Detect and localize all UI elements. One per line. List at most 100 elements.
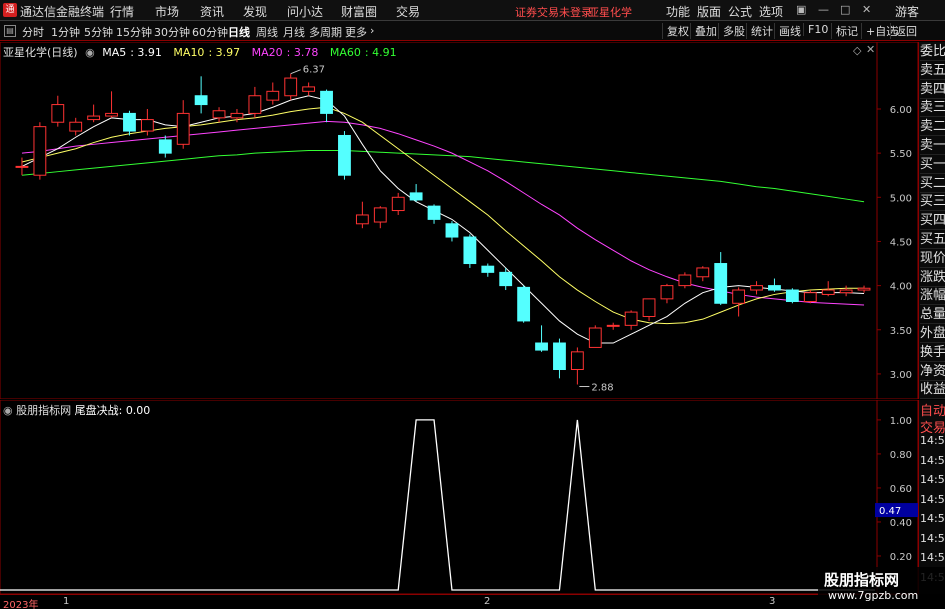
candle-body <box>499 271 513 287</box>
quote-field-label: 买四 <box>920 213 945 231</box>
guest-login[interactable]: 游客 <box>895 3 919 20</box>
trade-time-label: 14:56 <box>920 551 945 564</box>
y-tick-label: 3.00 <box>890 370 912 381</box>
period-more[interactable]: 更多 <box>345 24 367 40</box>
close-icon[interactable]: ✕ <box>862 3 871 16</box>
candle-body <box>857 287 871 291</box>
menu-layout[interactable]: 版面 <box>697 3 721 20</box>
chevron-right-icon[interactable]: › <box>370 24 374 37</box>
indicator-chart-svg[interactable]: 1.00 0.80 0.60 0.40 0.20 0.47 <box>0 400 918 594</box>
menu-quotes[interactable]: 行情 <box>110 3 134 20</box>
candle-body <box>284 77 298 97</box>
candle-body <box>409 192 423 201</box>
period-weekly[interactable]: 周线 <box>256 24 278 40</box>
quote-field-label: 外盘 <box>920 326 945 343</box>
quote-field-label: 现价 <box>920 250 945 268</box>
legend-circle-icon[interactable]: ◉ <box>85 46 95 59</box>
period-5min[interactable]: 5分钟 <box>84 24 113 40</box>
period-60min[interactable]: 60分钟 <box>192 24 228 40</box>
candle-body <box>732 289 746 304</box>
chart-settings-icon[interactable]: ◇ <box>853 44 861 57</box>
menu-news[interactable]: 资讯 <box>200 3 224 20</box>
ma20-label: MA20: 3.78 <box>251 46 319 59</box>
candle-body <box>373 207 387 223</box>
period-intraday[interactable]: 分时 <box>22 24 44 40</box>
menu-discover[interactable]: 发现 <box>243 3 267 20</box>
high-price-label: 6.37 <box>303 65 325 76</box>
menu-ask[interactable]: 问小达 <box>287 3 323 20</box>
candle-body <box>69 121 83 132</box>
quote-field-label: 涨跌 <box>920 269 945 287</box>
quote-field-label: 买一 <box>920 156 945 174</box>
adjust-button[interactable]: 复权 <box>662 23 689 39</box>
candle-body <box>212 110 226 119</box>
candle-body <box>660 285 674 300</box>
period-30min[interactable]: 30分钟 <box>154 24 190 40</box>
ma60-line <box>21 149 865 203</box>
candle-body <box>714 263 728 304</box>
indicator-name: 股朋指标网 <box>16 404 72 417</box>
candle-body <box>123 112 136 132</box>
high-marker-arrow <box>290 69 301 75</box>
menu-functions[interactable]: 功能 <box>666 3 690 20</box>
current-value-label: 0.47 <box>879 506 901 517</box>
price-chart-svg[interactable]: 6.00 5.50 5.00 4.50 4.00 3.50 3.00 6.37 2.88 <box>0 42 918 399</box>
indicator-frame <box>0 400 918 594</box>
period-daily[interactable]: 日线 <box>228 24 250 40</box>
candle-body <box>140 119 154 132</box>
watermark-title: 股朋指标网 <box>824 571 900 589</box>
y-tick-label: 5.50 <box>890 149 912 160</box>
low-price-label: 2.88 <box>591 383 613 394</box>
broker-login-status[interactable]: 证券交易未登录 <box>515 4 592 20</box>
mark-button[interactable]: 标记 <box>831 23 858 39</box>
period-monthly[interactable]: 月线 <box>283 24 305 40</box>
quote-field-label: 买三 <box>920 194 945 212</box>
quote-field-label: 委比 <box>920 44 945 61</box>
candle-body <box>15 165 29 168</box>
period-multi[interactable]: 多周期 <box>309 24 342 40</box>
menu-wealth[interactable]: 财富圈 <box>341 3 377 20</box>
multi-stock-button[interactable]: 多股 <box>718 23 745 39</box>
price-chart[interactable]: 6.00 5.50 5.00 4.50 4.00 3.50 3.00 6.37 2.88 <box>0 42 918 399</box>
quote-field-label: 涨幅 <box>920 288 945 306</box>
ma60-label: MA60: 4.91 <box>329 46 397 59</box>
quote-field-label: 卖四 <box>920 81 945 99</box>
trade-time-label: 14:56 <box>920 453 945 467</box>
candle-body <box>320 90 333 114</box>
statistics-button[interactable]: 统计 <box>746 23 773 39</box>
ind-y-tick-label: 0.60 <box>890 484 912 495</box>
menu-formula[interactable]: 公式 <box>728 3 752 20</box>
quote-field-label: 收益 <box>920 382 945 400</box>
candle-body <box>87 115 101 121</box>
window-skin-icon[interactable]: ▣ <box>796 3 806 16</box>
menu-options[interactable]: 选项 <box>759 3 783 20</box>
candle-body <box>642 298 656 318</box>
candle-body <box>696 267 710 278</box>
menu-market[interactable]: 市场 <box>155 3 179 20</box>
y-tick-label: 5.00 <box>890 193 912 204</box>
period-15min[interactable]: 15分钟 <box>116 24 152 40</box>
indicator-chart[interactable]: 1.00 0.80 0.60 0.40 0.20 0.47 <box>0 400 918 594</box>
quote-field-label: 卖五 <box>920 62 945 80</box>
ma5-label: MA5: 3.91 <box>102 46 162 59</box>
menu-trade[interactable]: 交易 <box>396 3 420 20</box>
back-button[interactable]: 返回 <box>890 23 917 39</box>
period-1min[interactable]: 1分钟 <box>51 24 80 40</box>
f10-button[interactable]: F10 <box>803 23 828 36</box>
maximize-icon[interactable]: □ <box>840 3 850 16</box>
minimize-icon[interactable]: — <box>818 3 829 16</box>
app-logo-icon: 通 <box>3 3 17 17</box>
quote-field-label: 卖一 <box>920 138 945 155</box>
overlay-button[interactable]: 叠加 <box>690 23 717 39</box>
candle-body <box>463 236 477 265</box>
quote-field-label: 卖三 <box>920 100 945 118</box>
draw-line-button[interactable]: 画线 <box>774 23 801 39</box>
candle-body <box>785 289 799 303</box>
date-month-label: 1 <box>63 596 70 607</box>
y-tick-label: 3.50 <box>890 326 912 337</box>
menu-toggle-icon[interactable]: ▤ <box>4 25 16 37</box>
stock-label: 亚星化学(日线) <box>3 46 78 59</box>
trade-time-label: 14:56 <box>920 512 945 525</box>
indicator-circle-icon[interactable]: ◉ <box>3 404 13 417</box>
chart-close-icon[interactable]: ✕ <box>866 43 875 56</box>
